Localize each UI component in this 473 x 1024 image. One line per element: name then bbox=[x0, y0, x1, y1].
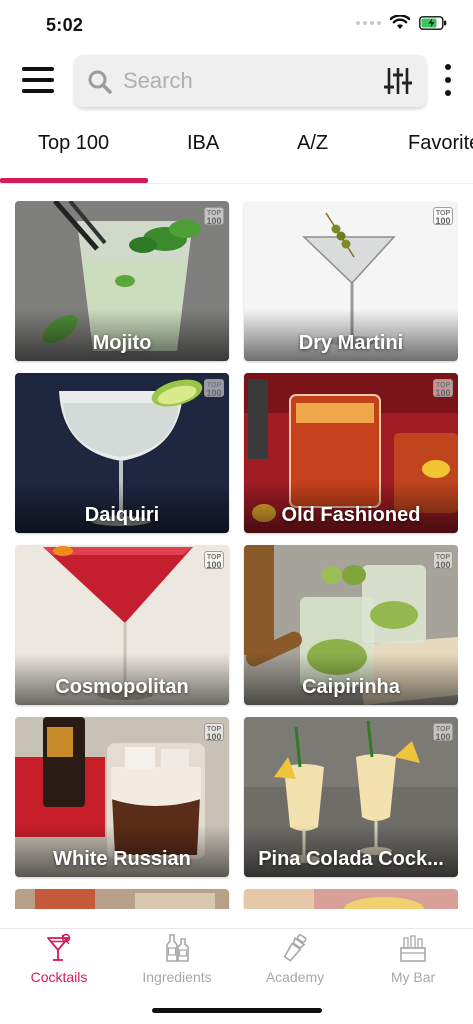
cocktail-name: Old Fashioned bbox=[281, 504, 421, 526]
cocktail-card-dry-martini[interactable]: TOP 100 Dry Martini bbox=[244, 201, 458, 361]
status-time: 5:02 bbox=[46, 15, 84, 35]
cocktail-card-white-russian[interactable]: TOP 100 White Russian bbox=[15, 717, 229, 877]
cocktail-card-partial[interactable] bbox=[15, 889, 229, 909]
more-options-icon[interactable] bbox=[441, 64, 455, 96]
cocktail-card-cosmopolitan[interactable]: TOP 100 Cosmopolitan bbox=[15, 545, 229, 705]
search-input[interactable] bbox=[123, 65, 363, 97]
category-tabs: Top 100 IBA A/Z Favorites bbox=[0, 118, 473, 184]
home-indicator bbox=[152, 1008, 322, 1013]
cocktail-card-pina-colada[interactable]: TOP 100 Pina Colada Cock... bbox=[244, 717, 458, 877]
cocktail-grid[interactable]: TOP 100 Mojito TOP 100 Dry Martini TOP 1… bbox=[15, 201, 458, 909]
cocktail-card-old-fashioned[interactable]: TOP 100 Old Fashioned bbox=[244, 373, 458, 533]
top-100-badge: TOP 100 bbox=[204, 723, 224, 742]
tab-favorites[interactable]: Favorites bbox=[408, 132, 473, 155]
top-100-badge: TOP 100 bbox=[433, 379, 453, 398]
hamburger-menu-icon[interactable] bbox=[22, 67, 54, 93]
header bbox=[0, 52, 473, 112]
tab-a-z[interactable]: A/Z bbox=[297, 132, 328, 155]
nav-ingredients[interactable]: Ingredients bbox=[118, 933, 236, 993]
battery-icon bbox=[419, 15, 447, 30]
cocktail-name: Mojito bbox=[92, 332, 152, 354]
cocktail-glass-icon bbox=[47, 933, 71, 961]
top-100-badge: TOP 100 bbox=[433, 723, 453, 742]
shaker-icon bbox=[283, 934, 307, 962]
nav-my-bar[interactable]: My Bar bbox=[354, 933, 472, 993]
cocktail-name: White Russian bbox=[53, 848, 191, 870]
top-100-badge: TOP 100 bbox=[433, 551, 453, 570]
cocktail-card-partial[interactable] bbox=[244, 889, 458, 909]
wifi-icon bbox=[390, 15, 410, 29]
cocktail-card-mojito[interactable]: TOP 100 Mojito bbox=[15, 201, 229, 361]
cocktail-card-daiquiri[interactable]: TOP 100 Daiquiri bbox=[15, 373, 229, 533]
nav-label: Academy bbox=[265, 969, 325, 985]
search-icon bbox=[88, 70, 112, 94]
active-tab-indicator bbox=[0, 178, 148, 183]
signal-icon bbox=[356, 20, 381, 25]
nav-label: Cocktails bbox=[30, 969, 88, 985]
nav-label: Ingredients bbox=[142, 969, 212, 985]
bar-icon bbox=[400, 935, 426, 962]
cocktail-name: Dry Martini bbox=[298, 332, 404, 354]
cocktail-name: Pina Colada Cock... bbox=[258, 848, 444, 870]
top-100-badge: TOP 100 bbox=[433, 207, 453, 226]
top-100-badge: TOP 100 bbox=[204, 207, 224, 226]
status-bar: 5:02 bbox=[0, 0, 473, 50]
nav-cocktails[interactable]: Cocktails bbox=[0, 933, 118, 993]
cocktail-name: Caipirinha bbox=[302, 676, 400, 698]
cocktail-name: Cosmopolitan bbox=[55, 676, 189, 698]
cocktail-card-caipirinha[interactable]: TOP 100 Caipirinha bbox=[244, 545, 458, 705]
tab-top-100[interactable]: Top 100 bbox=[38, 132, 109, 155]
bottles-icon bbox=[166, 934, 189, 962]
cocktail-name: Daiquiri bbox=[84, 504, 160, 526]
top-100-badge: TOP 100 bbox=[204, 551, 224, 570]
status-icons bbox=[356, 15, 447, 30]
search-bar[interactable] bbox=[75, 55, 426, 107]
filter-sliders-icon[interactable] bbox=[382, 66, 414, 96]
top-100-badge: TOP 100 bbox=[204, 379, 224, 398]
nav-label: My Bar bbox=[390, 969, 436, 985]
tab-iba[interactable]: IBA bbox=[187, 132, 219, 155]
nav-academy[interactable]: Academy bbox=[236, 933, 354, 993]
